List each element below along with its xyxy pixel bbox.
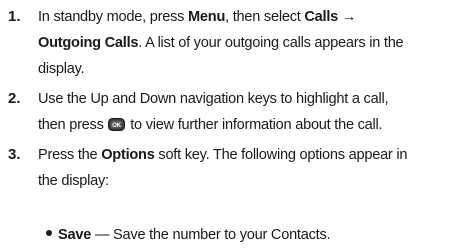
step-line: display. — [38, 61, 85, 77]
step-line: the display: — [38, 173, 109, 189]
text-segment: , then select — [225, 9, 305, 25]
text-segment: then press — [38, 117, 108, 133]
text-segment: . A list of your outgoing calls appears … — [138, 35, 404, 51]
step-number: 3. — [8, 146, 21, 163]
step-text: In standby mode, press Menu, then select… — [38, 4, 470, 82]
save-term: Save — [58, 227, 92, 243]
text-segment: Press the — [38, 147, 102, 163]
ok-key-icon: OK — [108, 118, 126, 131]
step-number: 2. — [8, 90, 21, 107]
step-line: Press the Options soft key. The followin… — [38, 142, 470, 168]
step-text: Use the Up and Down navigation keys to h… — [38, 86, 470, 138]
bullet-item-save: Save — Save the number to your Contacts. — [46, 222, 331, 248]
step-number: 1. — [8, 8, 21, 25]
bullet-icon — [46, 230, 52, 236]
step-line: then press OK to view further informatio… — [38, 112, 470, 138]
ok-key-label: OK — [113, 123, 122, 129]
step-line: In standby mode, press Menu, then select… — [38, 4, 470, 30]
options-term: Options — [101, 147, 155, 163]
step-text: Press the Options soft key. The followin… — [38, 142, 470, 194]
outgoing-calls-term: Outgoing Calls — [38, 35, 139, 51]
manual-page: 1. In standby mode, press Menu, then sel… — [0, 0, 472, 251]
menu-term: Menu — [188, 9, 226, 25]
bullet-description: — Save the number to your Contacts. — [91, 227, 331, 243]
text-segment: In standby mode, press — [38, 9, 188, 25]
arrow-glyph: → — [338, 9, 357, 25]
step-line: Use the Up and Down navigation keys to h… — [38, 91, 389, 107]
calls-term: Calls — [304, 9, 338, 25]
step-line: Outgoing Calls. A list of your outgoing … — [38, 30, 470, 56]
text-segment: soft key. The following options appear i… — [154, 147, 408, 163]
text-segment: to view further information about the ca… — [126, 117, 383, 133]
